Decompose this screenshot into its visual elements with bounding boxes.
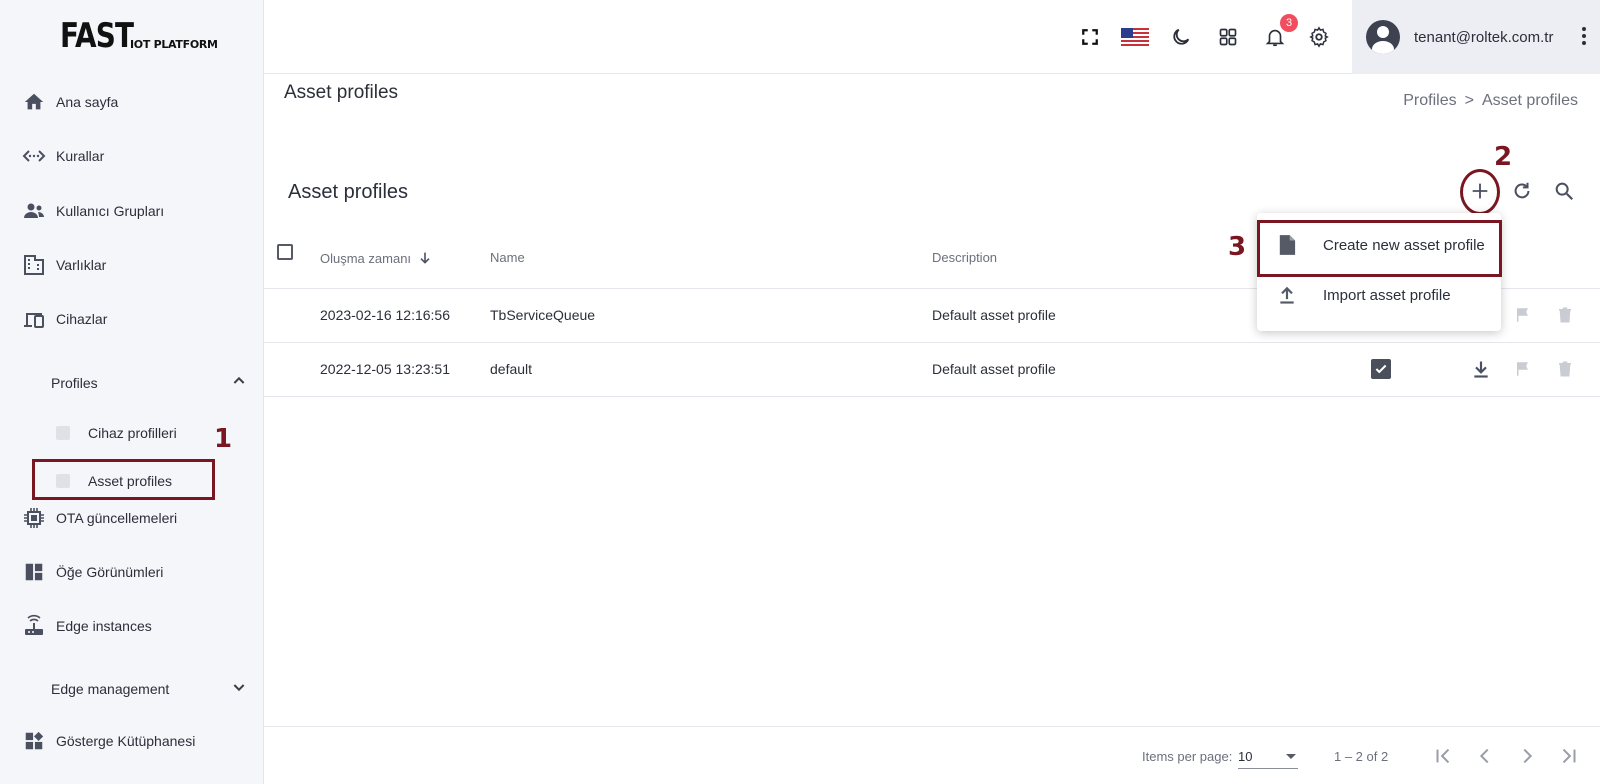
sidebar-group-label: Profiles — [51, 374, 98, 391]
annotation-number-1: 1 — [214, 424, 233, 454]
rule-chain-icon — [22, 144, 46, 168]
breadcrumb-separator: > — [1464, 92, 1474, 109]
search-icon[interactable] — [1551, 178, 1577, 204]
chip-icon — [22, 506, 46, 530]
table-row[interactable]: 2022-12-05 13:23:51 default Default asse… — [264, 343, 1600, 397]
table-title: Asset profiles — [288, 181, 409, 203]
cell-description: Default asset profile — [932, 307, 1056, 323]
profile-icon — [56, 426, 70, 440]
home-icon — [22, 90, 46, 114]
column-header-created[interactable]: Oluşma zamanı — [320, 250, 433, 266]
page-range: 1 – 2 of 2 — [1334, 749, 1389, 764]
sidebar-item-label: Gösterge Kütüphanesi — [56, 733, 196, 749]
next-page-icon[interactable] — [1514, 743, 1540, 769]
sidebar-group-label: Edge management — [51, 680, 170, 697]
delete-icon[interactable] — [1554, 304, 1576, 326]
upload-icon — [1275, 283, 1299, 307]
settings-gear-icon[interactable] — [1306, 24, 1332, 50]
cell-created: 2023-02-16 12:16:56 — [320, 307, 450, 323]
column-header-name[interactable]: Name — [490, 250, 525, 265]
sidebar-item-label: Ana sayfa — [56, 94, 119, 110]
users-icon — [22, 199, 46, 223]
column-header-description[interactable]: Description — [932, 250, 997, 265]
sidebar-item-rules[interactable]: Kurallar — [22, 136, 104, 176]
chevron-down-icon — [231, 679, 247, 698]
default-checkbox-checked — [1371, 359, 1391, 379]
breadcrumb-current: Asset profiles — [1481, 92, 1578, 109]
breadcrumb: Profiles > Asset profiles — [1403, 92, 1578, 110]
previous-page-icon[interactable] — [1472, 743, 1498, 769]
dashboard-icon — [22, 560, 46, 584]
avatar — [1366, 20, 1400, 54]
sort-arrow-down-icon — [420, 252, 430, 264]
sidebar-item-label: Cihaz profilleri — [88, 425, 177, 441]
sidebar-item-label: Varlıklar — [56, 257, 107, 273]
sidebar-item-device-profiles[interactable]: Cihaz profilleri — [56, 425, 177, 441]
dropdown-caret-icon — [1286, 754, 1296, 759]
annotation-number-3: 3 — [1228, 232, 1247, 262]
cell-created: 2022-12-05 13:23:51 — [320, 361, 450, 377]
page-title: Asset profiles — [284, 82, 399, 103]
sidebar-item-entity-views[interactable]: Öğe Görünümleri — [22, 552, 163, 592]
logo-sub: IOT PLATFORM — [130, 38, 218, 51]
sidebar-item-label: Kurallar — [56, 148, 105, 164]
cell-name: TbServiceQueue — [490, 307, 596, 323]
refresh-icon[interactable] — [1509, 178, 1535, 204]
annotation-box-3 — [1257, 220, 1502, 277]
first-page-icon[interactable] — [1430, 743, 1456, 769]
items-per-page-select[interactable]: 10 — [1238, 745, 1298, 769]
more-vert-icon[interactable] — [1582, 27, 1586, 45]
sidebar-item-ota[interactable]: OTA güncellemeleri — [22, 498, 177, 538]
items-per-page-value: 10 — [1238, 749, 1253, 764]
chevron-up-icon — [231, 373, 247, 392]
sidebar-item-label: Öğe Görünümleri — [56, 564, 164, 580]
breadcrumb-profiles[interactable]: Profiles — [1403, 92, 1456, 110]
fullscreen-icon[interactable] — [1077, 24, 1103, 50]
select-all-checkbox[interactable] — [277, 244, 293, 260]
user-email: tenant@roltek.com.tr — [1414, 28, 1554, 46]
menu-item-import-asset-profile[interactable]: Import asset profile — [1257, 270, 1501, 320]
user-menu[interactable]: tenant@roltek.com.tr — [1352, 0, 1600, 74]
menu-item-label: Import asset profile — [1323, 286, 1451, 304]
cell-name: default — [490, 361, 533, 377]
download-icon[interactable] — [1470, 358, 1492, 380]
sidebar: FAST IOT PLATFORM Ana sayfa Kurallar Kul… — [0, 0, 264, 784]
notification-badge: 3 — [1280, 14, 1298, 32]
sidebar-item-home[interactable]: Ana sayfa — [22, 82, 118, 122]
sidebar-item-assets[interactable]: Varlıklar — [22, 245, 106, 285]
logo-main: FAST — [60, 16, 134, 56]
sidebar-group-edge-management[interactable]: Edge management — [51, 679, 247, 698]
sidebar-item-user-groups[interactable]: Kullanıcı Grupları — [22, 191, 164, 231]
sidebar-item-label: Kullanıcı Grupları — [56, 203, 165, 219]
annotation-circle-2 — [1460, 169, 1500, 215]
flag-icon[interactable] — [1512, 358, 1534, 380]
flag-icon[interactable] — [1512, 304, 1534, 326]
column-label: Oluşma zamanı — [320, 250, 412, 266]
last-page-icon[interactable] — [1556, 743, 1582, 769]
building-icon — [22, 253, 46, 277]
router-icon — [22, 614, 46, 638]
annotation-number-2: 2 — [1494, 142, 1513, 172]
dark-mode-icon[interactable] — [1168, 24, 1194, 50]
sidebar-item-devices[interactable]: Cihazlar — [22, 299, 107, 339]
sidebar-item-label: OTA güncellemeleri — [56, 510, 178, 526]
cell-description: Default asset profile — [932, 361, 1056, 377]
apps-grid-icon[interactable] — [1215, 24, 1241, 50]
paginator: Items per page: 10 1 – 2 of 2 — [264, 726, 1600, 784]
language-flag-icon[interactable] — [1120, 24, 1150, 50]
notifications-bell-icon[interactable]: 3 — [1262, 14, 1298, 50]
sidebar-item-label: Edge instances — [56, 618, 152, 634]
sidebar-item-label: Cihazlar — [56, 311, 108, 327]
top-bar: 3 tenant@roltek.com.tr — [264, 0, 1600, 74]
delete-icon[interactable] — [1554, 358, 1576, 380]
sidebar-group-profiles[interactable]: Profiles — [51, 373, 247, 392]
sidebar-item-edge-instances[interactable]: Edge instances — [22, 606, 152, 646]
devices-icon — [22, 307, 46, 331]
annotation-box-1 — [32, 459, 215, 500]
logo[interactable]: FAST IOT PLATFORM — [60, 16, 218, 56]
sidebar-item-widget-library[interactable]: Gösterge Kütüphanesi — [22, 721, 195, 761]
items-per-page-label: Items per page: — [1142, 749, 1233, 764]
widgets-icon — [22, 729, 46, 753]
